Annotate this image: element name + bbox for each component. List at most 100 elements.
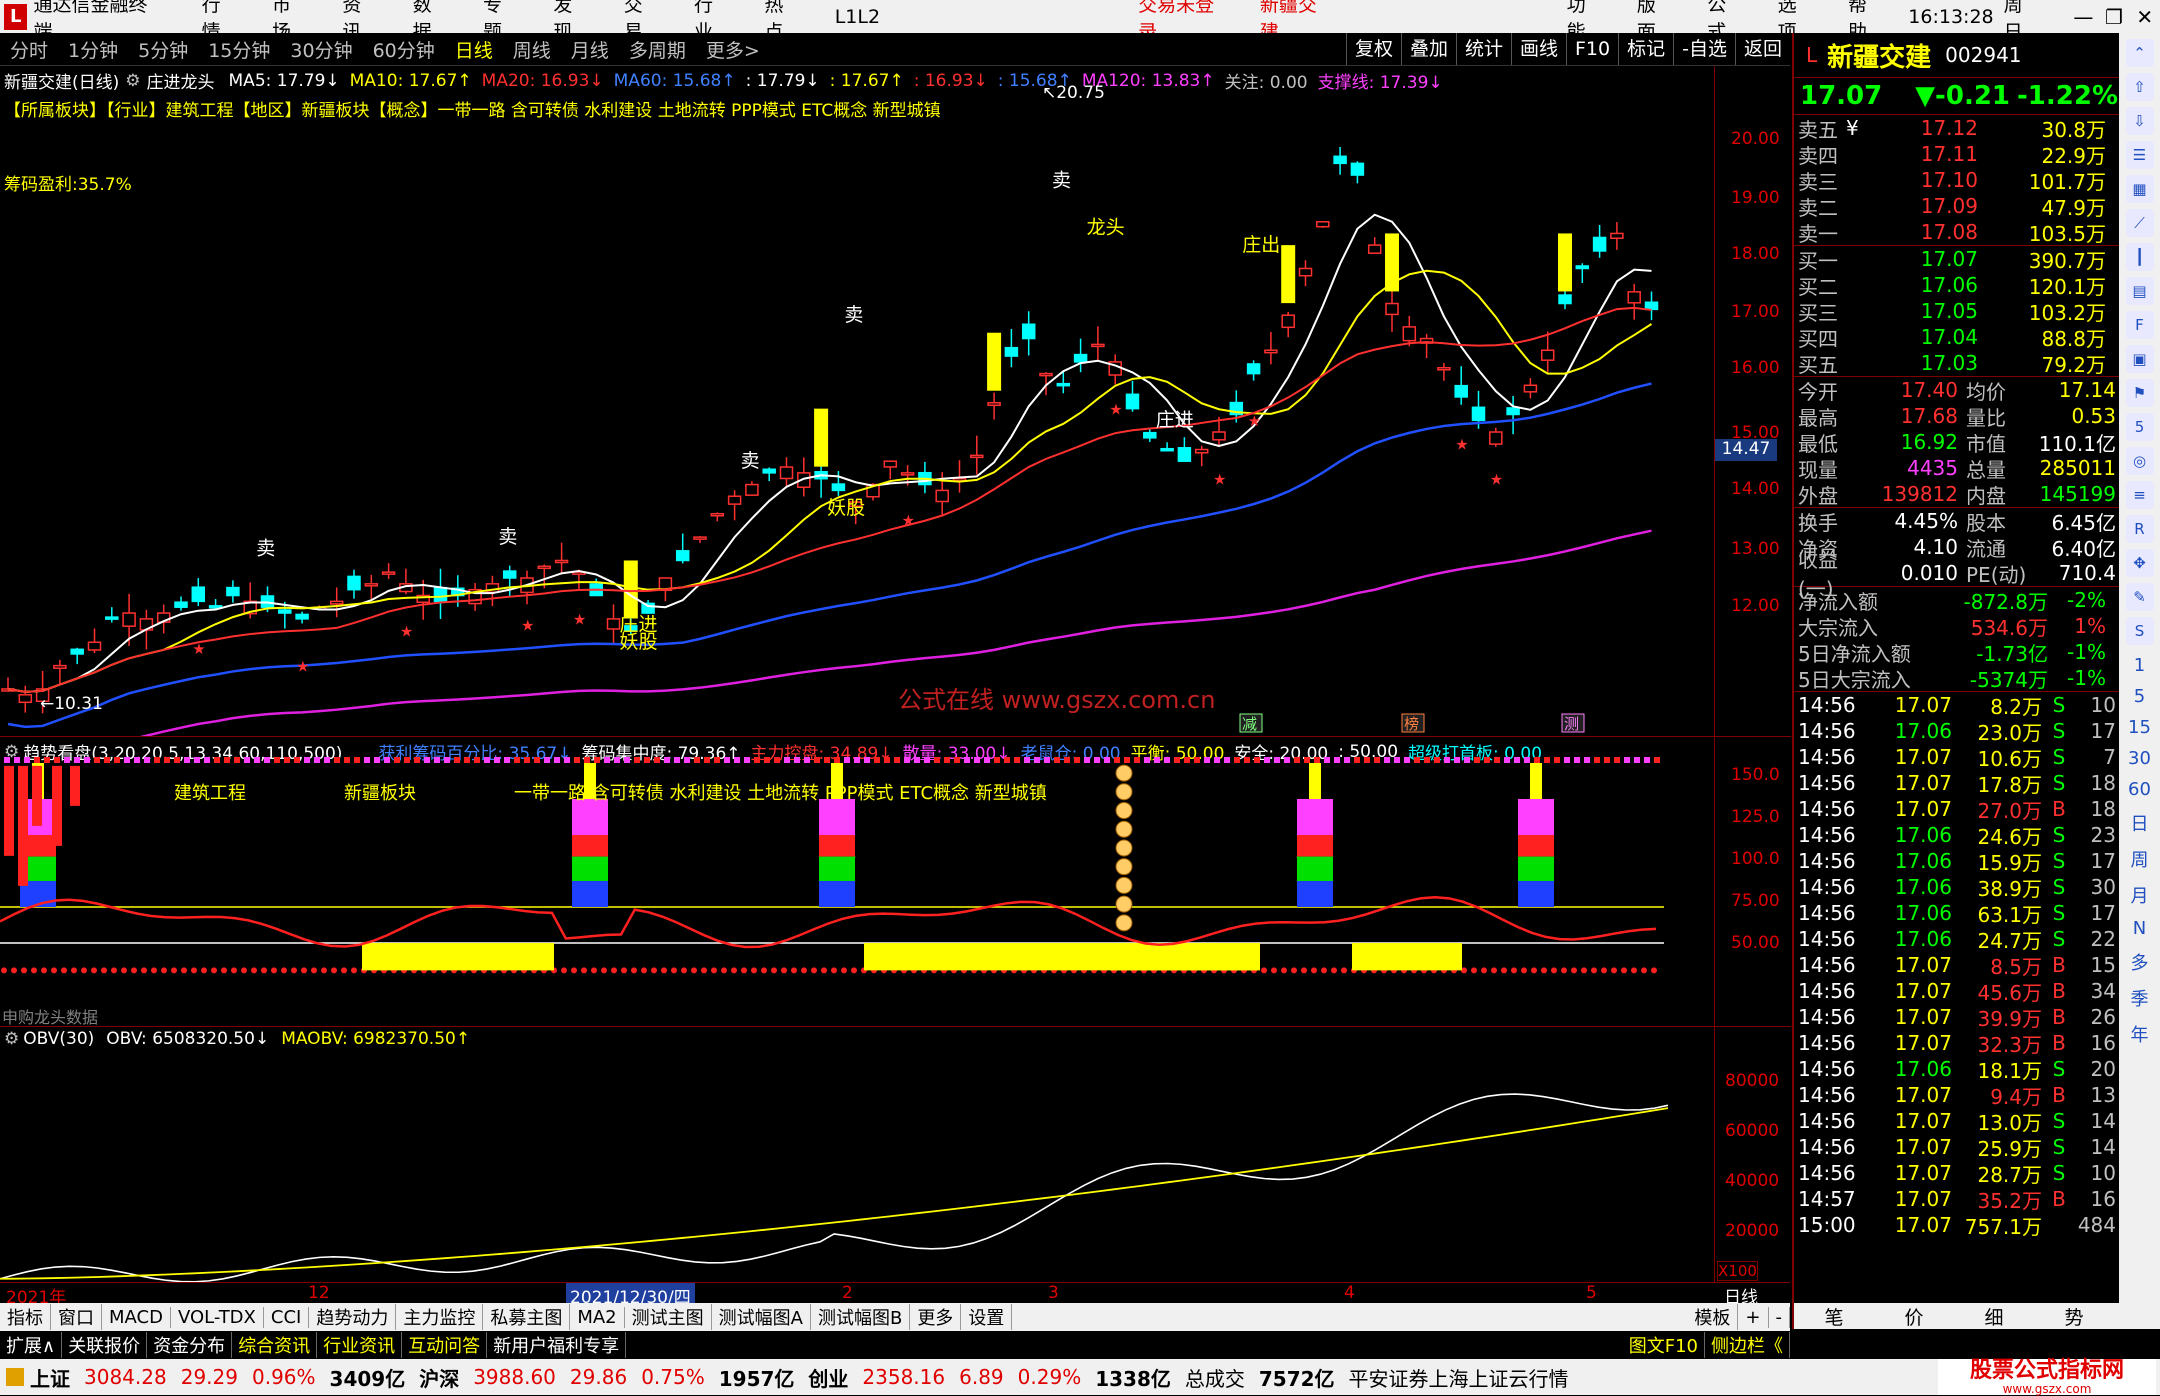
f5-icon[interactable]: 5 [2125,413,2154,441]
sidebar-period-year[interactable]: 年 [2119,1021,2160,1047]
tab-main-monitor[interactable]: 主力监控 [396,1304,484,1330]
sub-f10-text[interactable]: 图文F10 [1623,1332,1705,1358]
alert-icon[interactable] [6,1368,24,1386]
sub-qa[interactable]: 互动问答 [402,1332,488,1358]
minimize-icon[interactable]: — [2068,5,2099,29]
sidebar-period-week[interactable]: 周 [2119,846,2160,872]
tool-adjust[interactable]: 复权 [1345,33,1401,65]
period-5min[interactable]: 5分钟 [138,36,188,63]
sidebar-period-multi[interactable]: 多 [2119,949,2160,975]
restore-icon[interactable]: ❐ [2099,5,2130,29]
tool-back[interactable]: 返回 [1734,33,1790,65]
candle-icon[interactable]: ┃ [2125,243,2154,271]
sidebar-period-month[interactable]: 月 [2119,882,2160,908]
sub-sidebar-toggle[interactable]: 侧边栏《 [1705,1332,1790,1358]
arrow-down-icon[interactable]: ⇩ [2125,107,2154,135]
tab-cci[interactable]: CCI [264,1306,310,1328]
tab-trend-power[interactable]: 趋势动力 [309,1304,397,1330]
signal-marker: 龙头 [1087,216,1125,238]
index-name: 创业 [808,1366,849,1391]
lines-icon[interactable]: ≡ [2125,481,2154,509]
line-chart-icon[interactable]: ⟋ [2125,209,2154,237]
indicator-obv[interactable]: ⚙ OBV(30) OBV: 6508320.50↓ MAOBV: 698237… [0,1026,1714,1283]
add-icon[interactable]: + [1738,1306,1769,1328]
tab-test-sub-a[interactable]: 测试幅图A [712,1304,811,1330]
period-1min[interactable]: 1分钟 [68,36,118,63]
strip-marker [84,757,90,763]
tab-details[interactable]: 细 [1954,1303,2034,1330]
flag-icon[interactable]: ⚑ [2125,379,2154,407]
period-daily[interactable]: 日线 [455,36,493,63]
period-weekly[interactable]: 周线 [513,36,551,63]
sidebar-period-day[interactable]: 日 [2119,810,2160,836]
fs-icon[interactable]: S [2125,617,2154,645]
tool-remove-watch[interactable]: -自选 [1673,33,1735,65]
tab-private-main[interactable]: 私募主图 [483,1304,571,1330]
tab-vol-tdx[interactable]: VOL-TDX [171,1306,264,1328]
event-tag: 测 [1564,715,1579,733]
tab-indicator[interactable]: 指标 [0,1304,51,1330]
target-icon[interactable]: ◎ [2125,447,2154,475]
period-15min[interactable]: 15分钟 [208,36,270,63]
period-monthly[interactable]: 月线 [571,36,609,63]
main-chart[interactable]: 新疆交建(日线) ⚙ 庄进龙头 MA5: 17.79↓ MA10: 17.67↑ M… [0,66,1714,736]
tool-f10[interactable]: F10 [1566,33,1618,65]
date-axis[interactable]: 2021年 12 2021/12/30/四 2 3 4 5 日线 [0,1282,1790,1308]
sidebar-period-30[interactable]: 30 [2119,748,2160,769]
dot-marker [1481,967,1487,974]
sidebar-period-15[interactable]: 15 [2119,717,2160,738]
sidebar-period-1[interactable]: 1 [2119,655,2160,676]
tab-template[interactable]: 模板 [1687,1304,1739,1330]
tick-volume: 13.0万 [1977,1110,2042,1135]
tab-more[interactable]: 更多 [910,1304,962,1330]
grid-icon[interactable]: ▦ [2125,175,2154,203]
tool-overlay[interactable]: 叠加 [1400,33,1456,65]
tick-list[interactable]: 14:56 17.07 8.2万 S 10 14:56 17.06 23.0万 S 17 14:56… [1794,692,2119,1239]
tab-trend[interactable]: 势 [2034,1303,2114,1330]
tab-prices[interactable]: 价 [1874,1303,1954,1330]
close-icon[interactable]: ✕ [2129,5,2160,29]
arrow-up-icon[interactable]: ⇧ [2125,73,2154,101]
sidebar-period-5[interactable]: 5 [2119,686,2160,707]
pen-icon[interactable]: ✎ [2125,583,2154,611]
period-30min[interactable]: 30分钟 [290,36,352,63]
tab-test-sub-b[interactable]: 测试幅图B [811,1304,911,1330]
tab-test-main[interactable]: 测试主图 [625,1304,712,1330]
sidebar-period-season[interactable]: 季 [2119,985,2160,1011]
period-multi[interactable]: 多周期 [629,36,686,63]
sidebar-period-60[interactable]: 60 [2119,779,2160,800]
strip-marker [654,757,660,763]
tool-mark[interactable]: 标记 [1618,33,1673,65]
strip-marker [454,757,460,763]
f10-icon[interactable]: F [2125,311,2154,339]
list-icon[interactable]: ☰ [2125,141,2154,169]
tool-stats[interactable]: 统计 [1455,33,1511,65]
document-icon[interactable]: ▣ [2125,345,2154,373]
table-icon[interactable]: ▤ [2125,277,2154,305]
tab-settings[interactable]: 设置 [961,1304,1013,1330]
sidebar-period-n[interactable]: N [2119,918,2160,939]
rsi-icon[interactable]: R [2125,515,2154,543]
tab-macd[interactable]: MACD [102,1306,171,1328]
star-icon: ★ [192,640,205,658]
move-icon[interactable]: ✥ [2125,549,2154,577]
indicator-trend[interactable]: ⚙ 趋势看盘(3,20,20,5,13,34,60,110,500) 获利筹码百… [0,736,1714,1027]
tab-window[interactable]: 窗口 [51,1304,102,1330]
period-60min[interactable]: 60分钟 [373,36,435,63]
sub-industry-news[interactable]: 行业资讯 [317,1332,403,1358]
period-more[interactable]: 更多> [706,36,760,63]
index-quotes[interactable]: 上证 3084.28 29.29 0.96% 3409亿 沪深 3988.60 29.86 0.… [30,1363,1185,1392]
sub-general-news[interactable]: 综合资讯 [232,1332,318,1358]
sub-expand[interactable]: 扩展∧ [0,1332,63,1358]
menu-l1l2[interactable]: L1L2 [835,6,880,28]
sub-new-user-benefit[interactable]: 新用户福利专享 [487,1332,627,1358]
tab-trades[interactable]: 笔 [1794,1303,1874,1330]
y-label: 40000 [1725,1171,1780,1191]
tab-ma2[interactable]: MA2 [570,1306,625,1328]
sub-related-quotes[interactable]: 关联报价 [62,1332,148,1358]
chevron-up-icon[interactable]: ⌃ [2125,39,2154,67]
tool-draw[interactable]: 画线 [1510,33,1566,65]
period-tick[interactable]: 分时 [10,36,48,63]
minus-icon[interactable]: - [1769,1306,1790,1328]
sub-fund-distribution[interactable]: 资金分布 [147,1332,233,1358]
